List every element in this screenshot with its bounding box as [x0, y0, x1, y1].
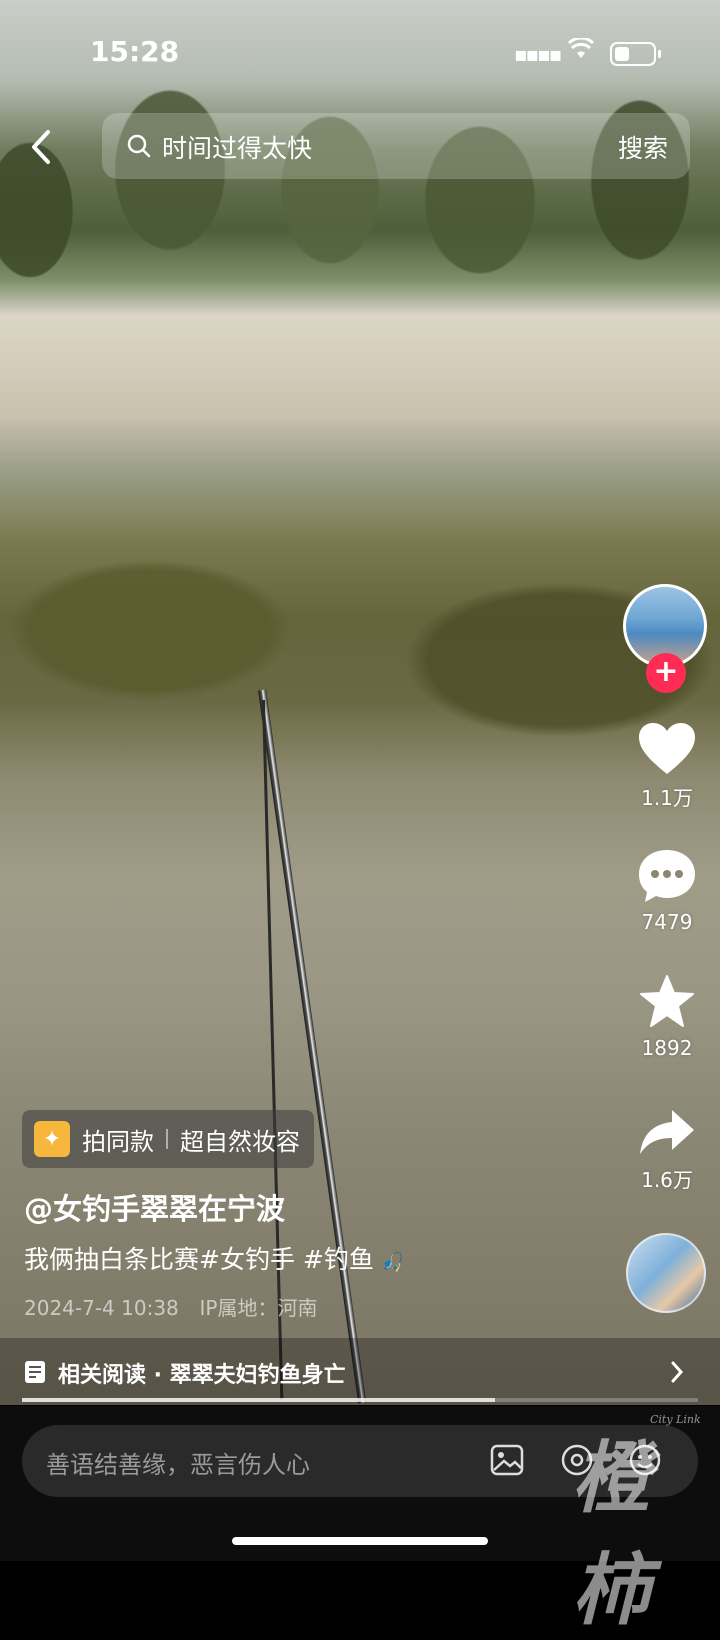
author-name[interactable]: @女钓手翠翠在宁波 — [24, 1186, 285, 1228]
concrete-bank — [0, 315, 720, 420]
share-arrow-icon — [640, 1110, 694, 1154]
favorite-button[interactable]: 1892 — [617, 974, 717, 1060]
wifi-icon — [568, 38, 594, 58]
back-chevron-icon[interactable] — [26, 128, 56, 166]
post-caption: 我俩抽白条比赛#女钓手 #钓鱼 🎣 — [24, 1240, 404, 1276]
watermark-sub: City Link — [650, 1413, 701, 1426]
comment-count: 7479 — [641, 910, 693, 934]
brand-watermark-logo: 橙柿 City Link — [552, 1410, 712, 1636]
share-button[interactable]: 1.6万 — [617, 1108, 717, 1193]
video-progress-fill — [22, 1398, 496, 1402]
like-count: 1.1万 — [641, 786, 693, 810]
comment-button[interactable]: 7479 — [617, 848, 717, 934]
water-reflection — [0, 540, 720, 780]
share-count: 1.6万 — [641, 1168, 693, 1192]
caption-text: 我俩抽白条比赛#女钓手 #钓鱼 — [24, 1245, 374, 1274]
like-button[interactable]: 1.1万 — [617, 722, 717, 811]
status-bar: 15:28 ▪▪▪▪ — [0, 0, 720, 100]
search-icon — [127, 134, 151, 158]
effect-name: 超自然妆容 — [180, 1127, 300, 1156]
heart-icon — [639, 723, 695, 774]
post-date: 2024-7-4 10:38 — [24, 1296, 179, 1320]
comment-bubble-icon — [639, 850, 695, 902]
search-query[interactable]: 时间过得太快 — [162, 129, 312, 165]
same-style-tag[interactable]: ✦ 拍同款 超自然妆容 — [22, 1110, 314, 1168]
video-progress[interactable] — [22, 1398, 698, 1402]
watermark-brand: 橙柿 — [572, 1433, 650, 1636]
same-style-label: 拍同款 — [82, 1127, 154, 1156]
search-button[interactable]: 搜索 — [618, 129, 668, 165]
post-meta: 2024-7-4 10:38 IP属地：河南 — [24, 1292, 317, 1321]
sparkle-icon: ✦ — [34, 1121, 70, 1157]
image-icon[interactable] — [490, 1443, 524, 1477]
ip-location: IP属地：河南 — [199, 1296, 318, 1320]
cellular-signal-icon: ▪▪▪▪ — [514, 42, 562, 66]
status-time: 15:28 — [90, 35, 180, 68]
related-reading-bar[interactable]: 相关阅读 · 翠翠夫妇钓鱼身亡 — [0, 1338, 720, 1406]
fishing-emoji-icon: 🎣 — [381, 1252, 405, 1273]
comment-placeholder: 善语结善缘，恶言伤人心 — [46, 1451, 310, 1479]
related-reading-text: 相关阅读 · 翠翠夫妇钓鱼身亡 — [58, 1363, 346, 1388]
search-bar[interactable]: 时间过得太快 搜索 — [102, 113, 690, 179]
favorite-count: 1892 — [641, 1036, 693, 1060]
home-indicator[interactable] — [232, 1537, 488, 1545]
battery-icon — [610, 42, 661, 66]
tag-divider — [166, 1129, 168, 1149]
star-icon — [640, 975, 694, 1027]
document-icon — [25, 1361, 45, 1383]
follow-plus-icon[interactable]: + — [646, 653, 686, 693]
chevron-right-icon — [671, 1361, 684, 1383]
music-disc[interactable] — [626, 1233, 706, 1313]
